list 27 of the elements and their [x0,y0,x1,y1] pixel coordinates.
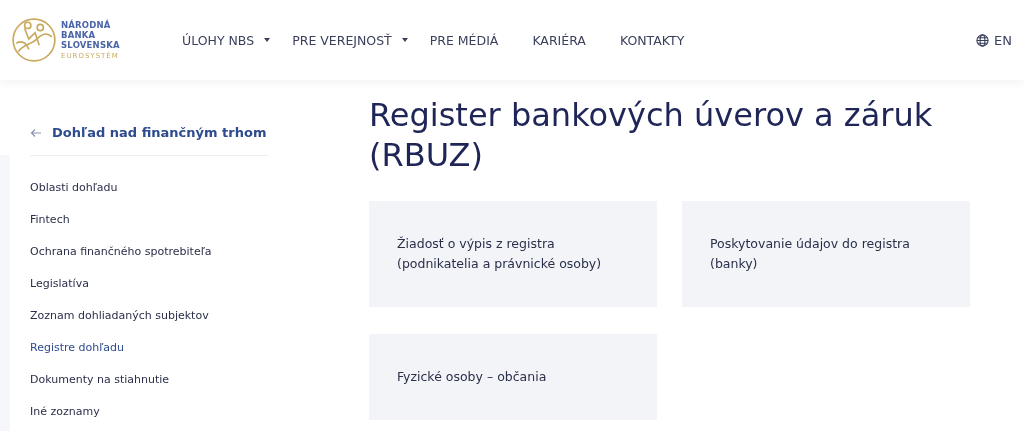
back-link[interactable]: Dohľad nad finančným trhom [30,125,268,155]
sidebar-item[interactable]: Dokumenty na stiahnutie [30,364,268,396]
back-link-label: Dohľad nad finančným trhom [52,125,267,140]
sidebar-item[interactable]: Zoznam dohliadaných subjektov [30,300,268,332]
page-title: Register bankových úverov a záruk (RBUZ) [369,95,934,175]
sidebar-item[interactable]: Oblasti dohľadu [30,172,268,204]
language-link[interactable]: EN [976,32,1012,48]
nav-link[interactable]: ÚLOHY NBS [182,32,271,48]
language-label: EN [994,32,1012,48]
logo-text: NÁRODNÁ [61,19,112,30]
globe-icon [976,33,990,47]
link-card[interactable]: Žiadosť o výpis z registra (podnikatelia a právnické osoby) [369,201,657,307]
link-card[interactable]: Fyzické osoby – občania [369,334,657,420]
link-card[interactable]: Poskytovanie údajov do registra (banky) [682,201,970,307]
nav-link[interactable]: PRE MÉDIÁ [429,32,499,48]
sidebar-item[interactable]: Registre dohľadu [30,332,268,364]
nav-link[interactable]: KONTAKTY [619,32,685,48]
logo-emblem-icon [10,16,58,64]
logo-text: BANKA [61,29,97,40]
sidebar-item[interactable]: Iné zoznamy [30,396,268,428]
sidebar-item[interactable]: Legislatíva [30,268,268,300]
sidebar-item[interactable]: Ochrana finančného spotrebiteľa [30,236,268,268]
nav-link[interactable]: KARIÉRA [532,32,586,48]
nav-link[interactable]: PRE VEREJNOSŤ [292,32,408,48]
sidebar-item[interactable]: Fintech [30,204,268,236]
logo-text: SLOVENSKA [61,39,120,50]
back-arrow-icon [30,127,42,138]
